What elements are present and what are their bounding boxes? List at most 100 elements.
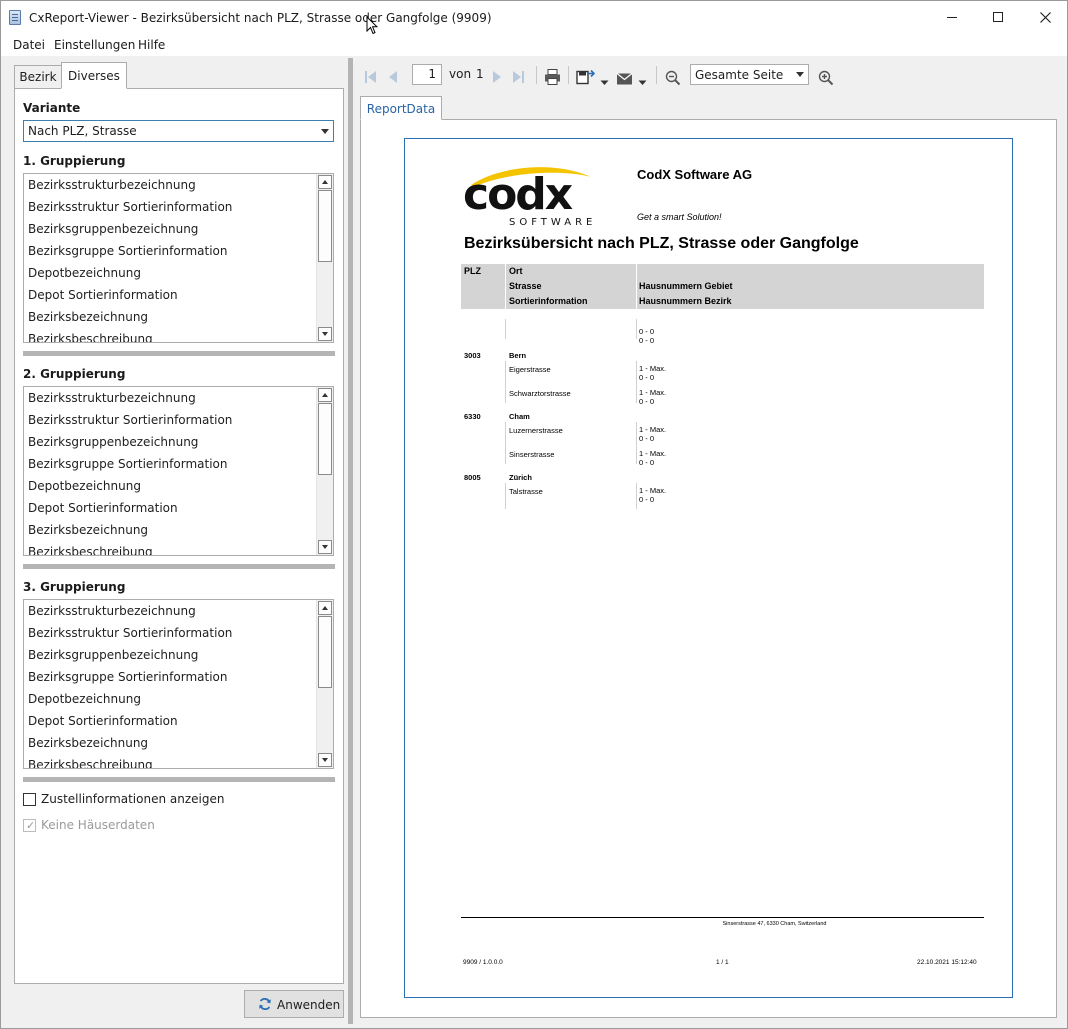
pane-splitter[interactable] — [348, 58, 353, 1024]
export-icon[interactable] — [576, 65, 596, 89]
list-item[interactable]: Bezirksgruppe Sortierinformation — [24, 240, 316, 262]
chevron-down-icon — [321, 129, 329, 134]
list-item[interactable]: Bezirksbezeichnung — [24, 519, 316, 541]
list-item[interactable]: Bezirksgruppe Sortierinformation — [24, 453, 316, 475]
close-button[interactable] — [1022, 1, 1068, 34]
scroll-up-icon[interactable] — [318, 601, 332, 615]
list-item[interactable]: Depotbezeichnung — [24, 688, 316, 710]
next-page-icon[interactable] — [491, 65, 503, 89]
tab-bezirk[interactable]: Bezirk — [14, 65, 62, 89]
list-item[interactable]: Depot Sortierinformation — [24, 284, 316, 306]
close-icon — [1039, 11, 1051, 23]
scroll-down-icon[interactable] — [318, 540, 332, 554]
gruppierung-3-list[interactable]: Bezirksstrukturbezeichnung Bezirksstrukt… — [23, 599, 334, 769]
list-item[interactable]: Bezirksstruktur Sortierinformation — [24, 409, 316, 431]
checkbox-box[interactable] — [23, 793, 36, 806]
list-item[interactable]: Depot Sortierinformation — [24, 497, 316, 519]
diverses-panel: Variante Nach PLZ, Strasse 1. Gruppierun… — [14, 88, 344, 984]
scroll-up-icon[interactable] — [318, 388, 332, 402]
header-hausnummern-gebiet: Hausnummern Gebiet — [639, 281, 733, 291]
footer-date: 22.10.2021 15:12:40 — [917, 959, 977, 966]
list-item[interactable]: Bezirksgruppenbezeichnung — [24, 218, 316, 240]
maximize-icon — [993, 12, 1003, 22]
list-item[interactable]: Depotbezeichnung — [24, 262, 316, 284]
tab-diverses[interactable]: Diverses — [61, 62, 127, 89]
toolbar-separator — [536, 66, 537, 84]
column-line — [505, 483, 506, 509]
last-page-icon[interactable] — [511, 65, 525, 89]
zoom-value: Gesamte Seite — [695, 68, 784, 82]
splitter-2[interactable] — [23, 564, 335, 569]
list-item[interactable]: Bezirksbeschreibung — [24, 541, 316, 555]
variante-value: Nach PLZ, Strasse — [28, 124, 137, 138]
list-item[interactable]: Bezirksstruktur Sortierinformation — [24, 196, 316, 218]
gruppierung-2-list[interactable]: Bezirksstrukturbezeichnung Bezirksstrukt… — [23, 386, 334, 556]
column-line — [636, 361, 637, 403]
list-item[interactable]: Bezirksbeschreibung — [24, 754, 316, 768]
list-item[interactable]: Bezirksgruppenbezeichnung — [24, 431, 316, 453]
chevron-down-icon[interactable] — [638, 71, 647, 95]
header-divider — [636, 264, 637, 309]
toolbar-separator — [568, 66, 569, 84]
scrollbar[interactable] — [316, 600, 333, 768]
maximize-button[interactable] — [975, 1, 1021, 34]
column-line — [505, 422, 506, 464]
page-number-input[interactable]: 1 — [412, 64, 442, 85]
splitter-3[interactable] — [23, 777, 335, 782]
refresh-icon — [259, 997, 271, 1011]
codx-logo: codx SOFTWARE — [463, 167, 596, 228]
footer-page-number: 1 / 1 — [716, 959, 729, 966]
list-item[interactable]: Depotbezeichnung — [24, 475, 316, 497]
list-item[interactable]: Bezirksbeschreibung — [24, 328, 316, 342]
scroll-thumb[interactable] — [318, 190, 332, 262]
group-plz: 6330 — [464, 412, 481, 421]
first-page-icon[interactable] — [364, 65, 378, 89]
list-item[interactable]: Depot Sortierinformation — [24, 710, 316, 732]
menu-hilfe[interactable]: Hilfe — [138, 38, 165, 52]
splitter-1[interactable] — [23, 351, 335, 356]
page-number-value: 1 — [428, 67, 436, 81]
mail-icon[interactable] — [616, 67, 633, 91]
list-item[interactable]: Bezirksbezeichnung — [24, 732, 316, 754]
list-item[interactable]: Bezirksbezeichnung — [24, 306, 316, 328]
street-name: Luzernerstrasse — [509, 426, 563, 435]
minimize-button[interactable] — [929, 1, 975, 34]
range-bezirk: 0 - 0 — [639, 495, 655, 504]
checkbox-box: ✓ — [23, 819, 36, 832]
list-item[interactable]: Bezirksstrukturbezeichnung — [24, 387, 316, 409]
list-item[interactable]: Bezirksstrukturbezeichnung — [24, 174, 316, 196]
zoom-select[interactable]: Gesamte Seite — [690, 64, 809, 85]
chevron-down-icon[interactable] — [600, 71, 609, 95]
list-item[interactable]: Bezirksstrukturbezeichnung — [24, 600, 316, 622]
header-strasse: Strasse — [509, 281, 542, 291]
scroll-thumb[interactable] — [318, 403, 332, 475]
group-ort: Cham — [509, 412, 530, 421]
menu-einstellungen[interactable]: Einstellungen — [54, 38, 135, 52]
tab-reportdata[interactable]: ReportData — [360, 96, 442, 120]
header-sortierinformation: Sortierinformation — [509, 296, 588, 306]
apply-button[interactable]: Anwenden — [244, 990, 344, 1018]
check-icon: ✓ — [26, 819, 36, 832]
scroll-down-icon[interactable] — [318, 753, 332, 767]
print-icon[interactable] — [544, 65, 561, 89]
zoom-in-icon[interactable] — [818, 66, 834, 90]
variante-select[interactable]: Nach PLZ, Strasse — [23, 120, 334, 142]
list-item[interactable]: Bezirksgruppenbezeichnung — [24, 644, 316, 666]
zoom-out-icon[interactable] — [665, 66, 681, 90]
scrollbar[interactable] — [316, 174, 333, 342]
previous-page-icon[interactable] — [387, 65, 399, 89]
table-header-row: PLZ Ort — [461, 264, 984, 279]
header-plz: PLZ — [464, 266, 481, 276]
scroll-up-icon[interactable] — [318, 175, 332, 189]
keine-haeuserdaten-label: Keine Häuserdaten — [41, 818, 155, 832]
column-line — [636, 483, 637, 509]
scroll-thumb[interactable] — [318, 616, 332, 688]
list-item[interactable]: Bezirksgruppe Sortierinformation — [24, 666, 316, 688]
logo-subtext: SOFTWARE — [509, 217, 596, 228]
menu-datei[interactable]: Datei — [13, 38, 45, 52]
gruppierung-1-list[interactable]: Bezirksstrukturbezeichnung Bezirksstrukt… — [23, 173, 334, 343]
group-plz: 8005 — [464, 473, 481, 482]
list-item[interactable]: Bezirksstruktur Sortierinformation — [24, 622, 316, 644]
scrollbar[interactable] — [316, 387, 333, 555]
scroll-down-icon[interactable] — [318, 327, 332, 341]
